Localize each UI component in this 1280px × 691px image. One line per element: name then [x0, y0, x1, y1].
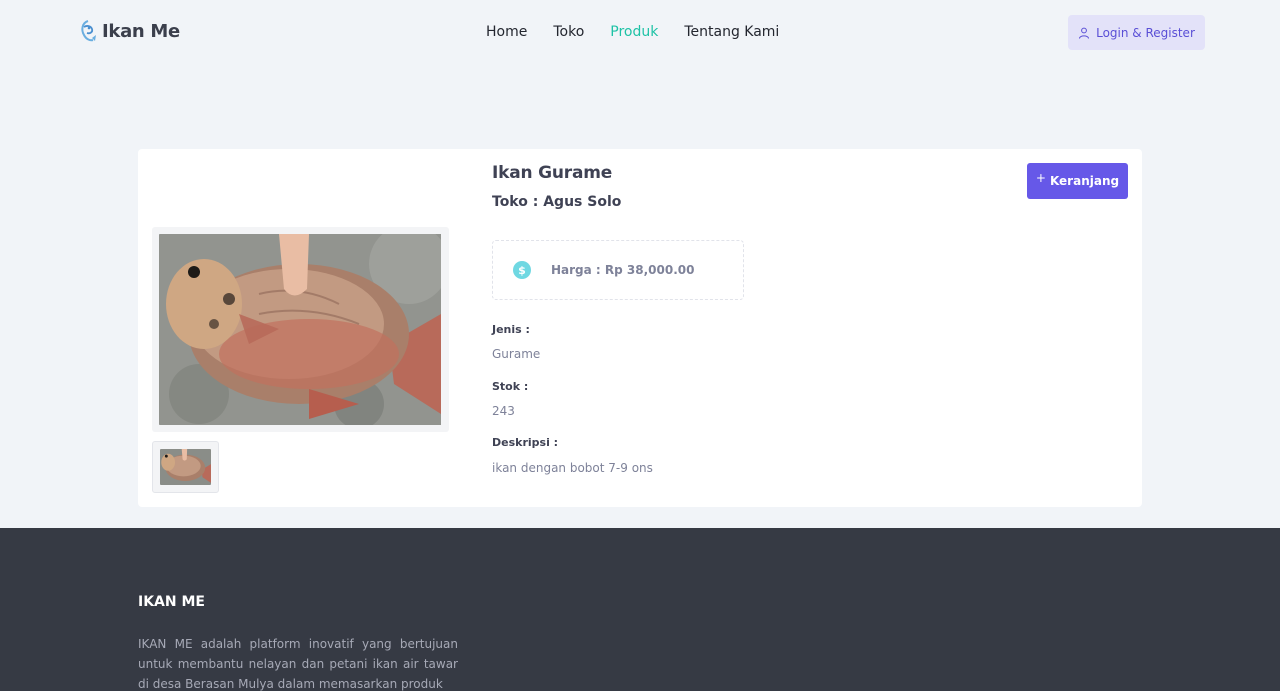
price-text: Harga : Rp 38,000.00	[551, 263, 695, 277]
login-register-label: Login & Register	[1096, 25, 1195, 40]
brand-link[interactable]: Ikan Me	[78, 16, 180, 46]
price-box: $ Harga : Rp 38,000.00	[492, 240, 744, 300]
stok-value: 243	[492, 404, 515, 418]
dollar-icon: $	[513, 261, 531, 279]
footer-description: IKAN ME adalah platform inovatif yang be…	[138, 637, 458, 691]
product-main-image	[152, 227, 449, 432]
deskripsi-value: ikan dengan bobot 7-9 ons	[492, 461, 653, 475]
product-card: Ikan Gurame Toko : Agus Solo + Keranjang…	[138, 149, 1142, 507]
jenis-label: Jenis :	[492, 323, 530, 336]
footer: IKAN ME IKAN ME adalah platform inovatif…	[0, 528, 1280, 691]
product-thumbnail[interactable]	[152, 441, 219, 493]
nav-toko[interactable]: Toko	[553, 22, 584, 42]
fish-photo	[159, 234, 442, 425]
fish-thumbnail-photo	[160, 449, 211, 485]
user-icon	[1079, 27, 1090, 39]
nav-tentang-kami[interactable]: Tentang Kami	[684, 22, 779, 42]
stok-label: Stok :	[492, 380, 529, 393]
jenis-value: Gurame	[492, 347, 541, 361]
product-title: Ikan Gurame	[492, 163, 613, 183]
nav-produk[interactable]: Produk	[610, 22, 658, 42]
navbar: Ikan Me Home Toko Produk Tentang Kami Lo…	[0, 0, 1280, 64]
brand-name: Ikan Me	[102, 20, 180, 42]
footer-title: IKAN ME	[138, 594, 205, 610]
add-to-cart-button[interactable]: + Keranjang	[1027, 163, 1128, 199]
store-name: Toko : Agus Solo	[492, 194, 622, 210]
main-nav: Home Toko Produk Tentang Kami	[486, 22, 779, 42]
fish-logo-icon	[81, 20, 96, 42]
nav-home[interactable]: Home	[486, 22, 527, 42]
add-to-cart-label: Keranjang	[1049, 174, 1120, 188]
deskripsi-label: Deskripsi :	[492, 436, 559, 449]
login-register-button[interactable]: Login & Register	[1068, 15, 1205, 50]
plus-icon: +	[1035, 171, 1046, 185]
